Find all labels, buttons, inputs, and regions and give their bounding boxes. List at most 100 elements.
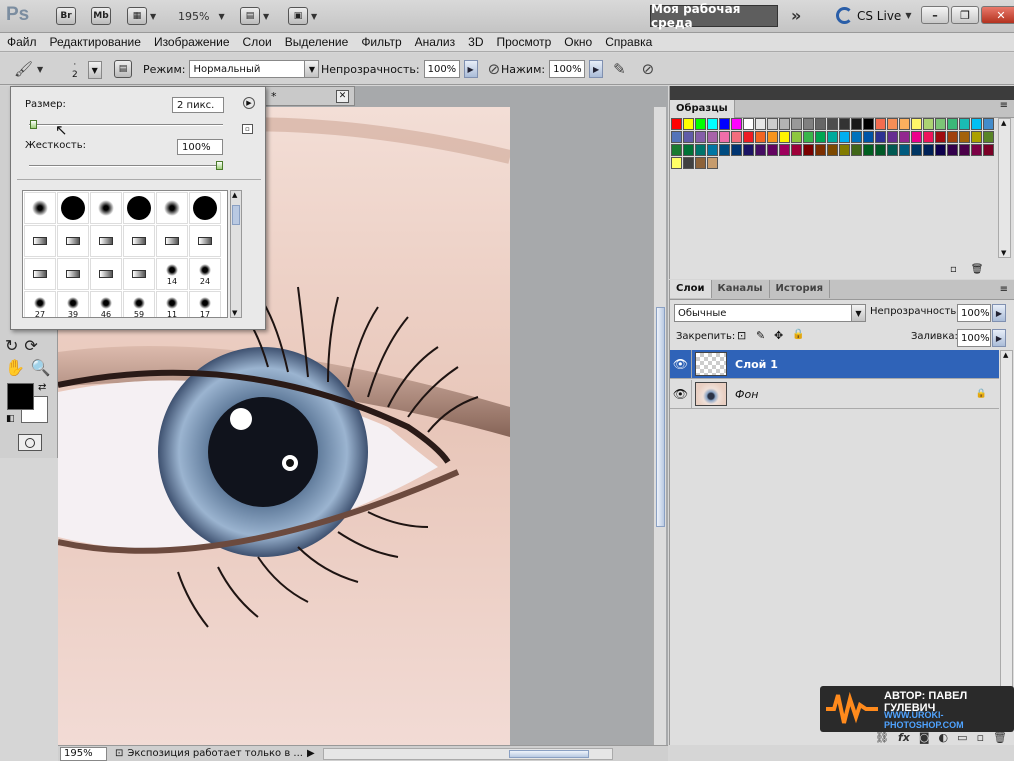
minibridge-button[interactable]: Mb: [91, 6, 111, 26]
popup-menu-icon[interactable]: ▶: [243, 97, 255, 109]
color-swatch[interactable]: [815, 131, 826, 143]
hardness-slider-track[interactable]: [29, 165, 223, 167]
color-swatch[interactable]: [827, 118, 838, 130]
menu-help[interactable]: Справка: [605, 35, 652, 49]
color-swatch[interactable]: [767, 118, 778, 130]
color-swatch[interactable]: [779, 144, 790, 156]
color-swatch[interactable]: [731, 144, 742, 156]
mode-dropdown[interactable]: Нормальный ▼: [189, 60, 320, 78]
brush-preset[interactable]: 46: [90, 291, 122, 317]
color-swatch[interactable]: [671, 131, 682, 143]
brush-preset[interactable]: [90, 225, 122, 257]
zoom-tool-icon[interactable]: 🔍: [31, 358, 51, 377]
color-swatch[interactable]: [935, 131, 946, 143]
color-swatch[interactable]: [851, 131, 862, 143]
color-swatch[interactable]: [719, 131, 730, 143]
hardness-field[interactable]: 100%: [177, 139, 223, 155]
menu-filter[interactable]: Фильтр: [361, 35, 401, 49]
color-swatch[interactable]: [815, 118, 826, 130]
color-swatch[interactable]: [983, 118, 994, 130]
brush-preset[interactable]: [123, 258, 155, 290]
default-colors-icon[interactable]: ◧: [6, 414, 15, 424]
color-swatch[interactable]: [899, 118, 910, 130]
layer-style-icon[interactable]: fx: [898, 731, 910, 744]
color-swatch[interactable]: [971, 118, 982, 130]
adjustment-layer-icon[interactable]: ◐: [939, 731, 949, 744]
color-swatch[interactable]: [959, 131, 970, 143]
tablet-size-icon[interactable]: ⊘: [642, 60, 655, 78]
visibility-eye-icon[interactable]: 👁: [670, 379, 692, 409]
color-swatch[interactable]: [791, 144, 802, 156]
quick-mask-button[interactable]: [18, 434, 42, 451]
color-swatch[interactable]: [839, 131, 850, 143]
fill-slider-button[interactable]: ▶: [992, 329, 1006, 347]
layer-row[interactable]: 👁 Слой 1: [670, 349, 999, 379]
color-swatch[interactable]: [899, 131, 910, 143]
close-icon[interactable]: ✕: [336, 89, 349, 103]
swap-colors-icon[interactable]: ⇄: [38, 382, 46, 393]
brush-preset[interactable]: 11: [156, 291, 188, 317]
brush-preset[interactable]: 17: [189, 291, 221, 317]
scroll-down-icon[interactable]: ▼: [232, 309, 237, 317]
panel-menu-icon[interactable]: ≡: [1000, 100, 1014, 117]
airbrush-opacity-icon[interactable]: ⊘: [488, 60, 501, 78]
color-swatch[interactable]: [911, 131, 922, 143]
color-swatch[interactable]: [671, 118, 682, 130]
color-swatch[interactable]: [767, 131, 778, 143]
layer-opacity-slider-button[interactable]: ▶: [992, 304, 1006, 322]
color-swatch[interactable]: [911, 118, 922, 130]
color-swatch[interactable]: [671, 157, 682, 169]
menu-window[interactable]: Окно: [564, 35, 592, 49]
color-swatch[interactable]: [851, 118, 862, 130]
bridge-button[interactable]: Br: [56, 6, 76, 26]
fill-field[interactable]: 100%: [957, 329, 991, 347]
color-swatch[interactable]: [863, 118, 874, 130]
brush-preset[interactable]: [156, 225, 188, 257]
layer-opacity-field[interactable]: 100%: [957, 304, 991, 322]
brush-grid-scrollbar[interactable]: ▲ ▼: [230, 190, 242, 318]
new-layer-icon[interactable]: ▫: [977, 731, 984, 744]
rotate-3d-icon[interactable]: ⟳: [24, 336, 37, 355]
opacity-slider-button[interactable]: ▶: [463, 60, 478, 78]
status-menu-arrow-icon[interactable]: ▶: [307, 748, 315, 759]
menu-3d[interactable]: 3D: [468, 35, 483, 49]
scroll-thumb[interactable]: [656, 307, 665, 527]
color-swatch[interactable]: [791, 118, 802, 130]
brush-preset[interactable]: 27: [24, 291, 56, 317]
color-swatch[interactable]: [947, 131, 958, 143]
size-field[interactable]: 2 пикс.: [172, 97, 224, 113]
pressure-field[interactable]: 100%: [549, 60, 586, 78]
color-swatch[interactable]: [755, 118, 766, 130]
lock-image-icon[interactable]: ✎: [756, 329, 765, 342]
brush-preset[interactable]: [57, 192, 89, 224]
menu-image[interactable]: Изображение: [154, 35, 230, 49]
link-layers-icon[interactable]: ⛓: [875, 731, 889, 744]
scroll-thumb[interactable]: [232, 205, 240, 225]
brush-preset[interactable]: [57, 225, 89, 257]
color-swatch[interactable]: [923, 144, 934, 156]
color-swatch[interactable]: [863, 131, 874, 143]
delete-swatch-icon[interactable]: 🗑: [971, 264, 984, 275]
color-swatch[interactable]: [683, 118, 694, 130]
new-group-icon[interactable]: ▭: [957, 731, 967, 744]
hardness-slider-knob[interactable]: [216, 161, 223, 170]
more-workspaces-button[interactable]: »: [791, 6, 801, 25]
color-swatch[interactable]: [743, 118, 754, 130]
scroll-up-icon[interactable]: ▲: [1003, 351, 1008, 359]
menu-layers[interactable]: Слои: [243, 35, 272, 49]
color-swatch[interactable]: [671, 144, 682, 156]
screen-mode-button[interactable]: ▣ ▼: [288, 6, 317, 26]
color-swatch[interactable]: [947, 118, 958, 130]
tab-layers[interactable]: Слои: [670, 280, 712, 298]
brush-preset[interactable]: [189, 192, 221, 224]
color-swatch[interactable]: [875, 118, 886, 130]
brush-preset[interactable]: [24, 225, 56, 257]
color-swatch[interactable]: [695, 157, 706, 169]
color-swatch[interactable]: [767, 144, 778, 156]
document-tab[interactable]: * ✕: [265, 86, 355, 106]
color-swatch[interactable]: [803, 131, 814, 143]
brush-panel-toggle[interactable]: ▤: [114, 60, 132, 78]
color-swatch[interactable]: [695, 144, 706, 156]
vertical-scrollbar[interactable]: [653, 107, 666, 745]
color-swatch[interactable]: [779, 118, 790, 130]
